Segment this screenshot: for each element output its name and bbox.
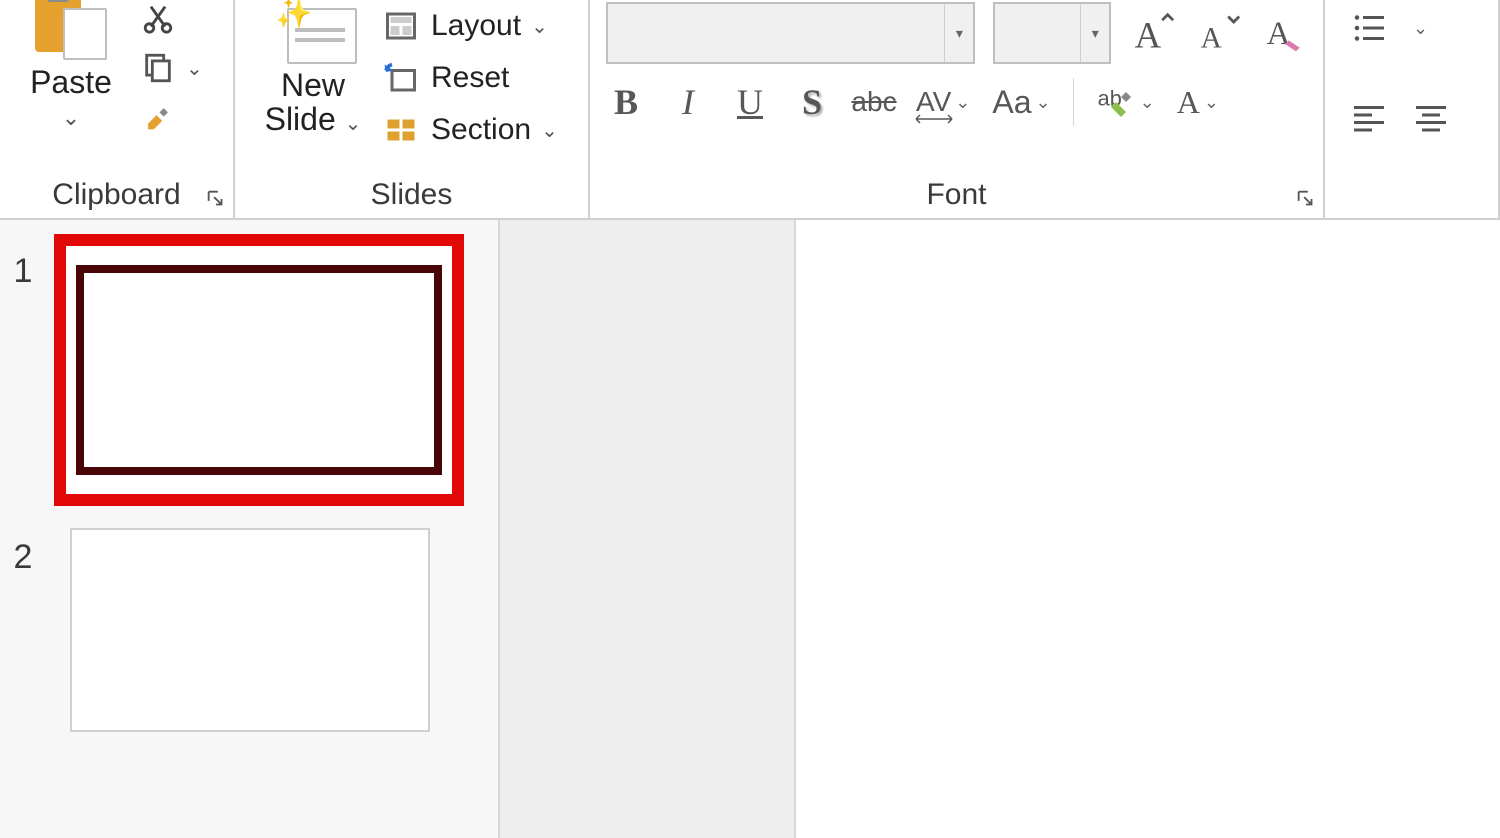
separator — [1073, 78, 1074, 126]
layout-label: Layout — [431, 9, 521, 43]
section-icon — [381, 110, 421, 150]
new-slide-dropdown[interactable]: ⌄ — [345, 113, 362, 135]
slide-thumbnail-panel: 1 2 — [0, 220, 500, 838]
paste-icon — [33, 0, 109, 58]
new-slide-button[interactable]: ✨ New Slide ⌄ — [253, 0, 373, 168]
bold-button[interactable]: B — [606, 78, 646, 126]
increase-font-icon: A — [1131, 11, 1175, 55]
workspace: 1 2 — [0, 220, 1500, 838]
slide-number-1: 1 — [0, 234, 46, 291]
highlight-button[interactable]: ab ⌄ — [1096, 82, 1155, 122]
slide-canvas[interactable] — [796, 220, 1500, 838]
clear-formatting-icon: A — [1263, 11, 1307, 55]
change-case-dropdown[interactable]: ⌄ — [1036, 92, 1051, 113]
group-clipboard: Paste ⌄ ⌄ — [0, 0, 235, 218]
slide-thumbnail-1-content — [76, 265, 442, 475]
slide-number-2: 2 — [0, 520, 46, 577]
align-center-button[interactable] — [1409, 98, 1453, 138]
slide-thumbnail-2[interactable] — [70, 528, 430, 732]
reset-label: Reset — [431, 61, 509, 95]
font-name-input[interactable] — [608, 4, 944, 62]
section-dropdown[interactable]: ⌄ — [541, 118, 558, 143]
increase-font-button[interactable]: A — [1129, 9, 1177, 57]
font-color-icon: A — [1177, 84, 1200, 121]
group-paragraph: ⌄ — [1325, 0, 1500, 218]
align-center-icon — [1411, 100, 1451, 136]
group-slides: ✨ New Slide ⌄ Layout ⌄ Reset — [235, 0, 590, 218]
highlight-dropdown[interactable]: ⌄ — [1140, 92, 1155, 113]
layout-dropdown[interactable]: ⌄ — [531, 14, 548, 39]
char-spacing-button[interactable]: AV ⌄ — [916, 86, 970, 118]
italic-button[interactable]: I — [668, 78, 708, 126]
bullets-button[interactable] — [1347, 8, 1391, 48]
format-painter-button[interactable] — [140, 100, 176, 136]
copy-button[interactable]: ⌄ — [140, 50, 203, 86]
paste-label: Paste — [30, 64, 112, 101]
clear-formatting-button[interactable]: A — [1261, 9, 1309, 57]
change-case-icon: Aa — [992, 84, 1031, 121]
ribbon: Paste ⌄ ⌄ — [0, 0, 1500, 220]
font-color-dropdown[interactable]: ⌄ — [1204, 92, 1219, 113]
font-size-dropdown[interactable]: ▾ — [1080, 4, 1109, 62]
svg-text:A: A — [1135, 15, 1162, 55]
group-font: ▾ ▾ A A A B I U S — [590, 0, 1325, 218]
font-name-combo[interactable]: ▾ — [606, 2, 975, 64]
font-size-combo[interactable]: ▾ — [993, 2, 1111, 64]
decrease-font-icon: A — [1197, 11, 1241, 55]
layout-button[interactable]: Layout ⌄ — [381, 0, 558, 52]
copy-dropdown[interactable]: ⌄ — [186, 56, 203, 81]
decrease-font-button[interactable]: A — [1195, 9, 1243, 57]
font-size-input[interactable] — [995, 4, 1080, 62]
new-slide-icon: ✨ — [271, 0, 355, 64]
group-label-clipboard: Clipboard — [0, 178, 233, 212]
underline-button[interactable]: U — [730, 78, 770, 126]
section-label: Section — [431, 113, 531, 147]
highlight-icon: ab — [1096, 82, 1136, 122]
bullets-dropdown[interactable]: ⌄ — [1413, 18, 1428, 39]
copy-icon — [140, 50, 176, 86]
group-label-slides: Slides — [235, 178, 588, 212]
paste-dropdown[interactable]: ⌄ — [62, 105, 80, 131]
change-case-button[interactable]: Aa ⌄ — [992, 84, 1050, 121]
layout-icon — [381, 6, 421, 46]
slide-thumbnail-1[interactable] — [54, 234, 464, 506]
svg-text:A: A — [1267, 16, 1291, 52]
strikethrough-button[interactable]: abc — [854, 78, 894, 126]
font-name-dropdown[interactable]: ▾ — [944, 4, 973, 62]
char-spacing-dropdown[interactable]: ⌄ — [955, 92, 970, 113]
font-color-button[interactable]: A ⌄ — [1177, 84, 1219, 121]
shadow-button[interactable]: S — [792, 78, 832, 126]
scissors-icon — [140, 0, 176, 36]
font-launcher[interactable] — [1295, 188, 1317, 210]
new-slide-label: New Slide ⌄ — [265, 68, 362, 141]
paste-button[interactable]: Paste ⌄ — [26, 0, 116, 136]
editor-gutter — [500, 220, 796, 838]
paintbrush-icon — [140, 100, 176, 136]
reset-icon — [381, 58, 421, 98]
section-button[interactable]: Section ⌄ — [381, 104, 558, 156]
reset-button[interactable]: Reset — [381, 52, 558, 104]
group-label-font: Font — [590, 178, 1323, 212]
align-left-button[interactable] — [1347, 98, 1391, 138]
align-left-icon — [1349, 100, 1389, 136]
bullets-icon — [1349, 10, 1389, 46]
clipboard-launcher[interactable] — [205, 188, 227, 210]
svg-text:A: A — [1201, 23, 1222, 55]
char-spacing-icon: AV — [916, 86, 951, 118]
cut-button[interactable] — [140, 0, 176, 36]
